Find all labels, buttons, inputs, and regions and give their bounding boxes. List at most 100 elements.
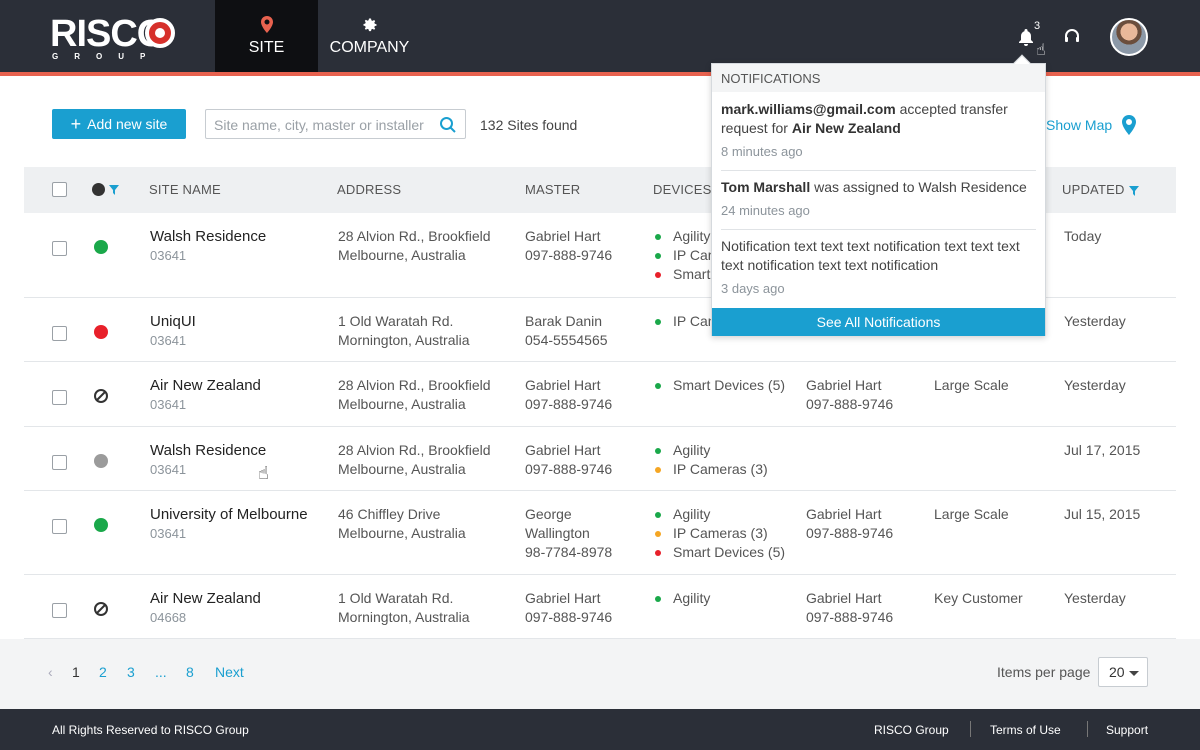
site-name[interactable]: Walsh Residence: [150, 227, 330, 246]
see-all-notifications-button[interactable]: See All Notifications: [712, 308, 1045, 336]
site-name[interactable]: Air New Zealand: [150, 376, 330, 395]
page-link[interactable]: 2: [99, 664, 107, 680]
disabled-status-icon: [94, 602, 108, 616]
table-row[interactable]: Walsh Residence 03641 28 Alvion Rd., Brook…: [24, 427, 1176, 491]
site-code: 03641: [150, 462, 187, 477]
nav-tab-company[interactable]: COMPANY: [318, 0, 421, 72]
footer-link-terms[interactable]: Terms of Use: [990, 723, 1061, 737]
page-link[interactable]: 8: [186, 664, 194, 680]
notification-divider: [721, 229, 1036, 230]
column-devices[interactable]: DEVICES: [653, 182, 711, 197]
column-master[interactable]: MASTER: [525, 182, 580, 197]
items-per-page-select[interactable]: 20: [1098, 657, 1148, 687]
notification-text: was assigned to Walsh Residence: [810, 179, 1027, 195]
device-label: Agility: [673, 590, 711, 606]
device-label: Smart: [673, 266, 711, 282]
device-item: IP Cameras (3): [653, 460, 803, 479]
show-map-link[interactable]: Show Map: [1046, 117, 1112, 133]
address-cell: 1 Old Waratah Rd. Mornington, Australia: [338, 312, 518, 350]
row-checkbox[interactable]: [52, 603, 67, 618]
installer-line: Gabriel Hart: [806, 590, 882, 606]
filter-icon: [109, 184, 119, 195]
status-filter[interactable]: [92, 181, 119, 197]
site-name[interactable]: UniqUI: [150, 312, 330, 331]
site-name[interactable]: Walsh Residence: [150, 441, 330, 460]
site-search-box[interactable]: [205, 109, 466, 139]
row-checkbox[interactable]: [52, 390, 67, 405]
master-cell: Gabriel Hart 097-888-9746: [525, 376, 645, 414]
table-row[interactable]: Air New Zealand 03641 28 Alvion Rd., Brook…: [24, 362, 1176, 427]
footer-link-support[interactable]: Support: [1106, 723, 1148, 737]
table-row[interactable]: Air New Zealand 04668 1 Old Waratah Rd. Mor…: [24, 575, 1176, 639]
devices-cell: Agility: [653, 589, 803, 608]
map-pin-icon[interactable]: [1120, 114, 1138, 136]
row-checkbox[interactable]: [52, 326, 67, 341]
column-updated-label: UPDATED: [1062, 182, 1125, 197]
device-item: Agility: [653, 589, 803, 608]
address-line: 28 Alvion Rd., Brookfield: [338, 442, 491, 458]
notifications-popup: NOTIFICATIONS mark.williams@gmail.com ac…: [711, 54, 1046, 336]
row-checkbox[interactable]: [52, 455, 67, 470]
sites-found-count: 132 Sites found: [480, 117, 578, 133]
site-cell[interactable]: Air New Zealand 03641: [150, 376, 330, 414]
prev-page-icon[interactable]: ‹: [48, 664, 53, 680]
updated-cell: Today: [1064, 228, 1102, 244]
device-label: Agility: [673, 442, 711, 458]
device-label: Smart Devices (5): [673, 544, 786, 560]
site-cell[interactable]: University of Melbourne 03641: [150, 505, 330, 543]
user-avatar[interactable]: [1110, 18, 1148, 56]
notifications-title: NOTIFICATIONS: [712, 64, 1045, 92]
select-all-checkbox[interactable]: [52, 182, 67, 197]
notification-item[interactable]: Notification text text text notification…: [721, 237, 1036, 298]
master-line: 98-7784-8978: [525, 544, 613, 560]
status-dot: [94, 454, 108, 468]
master-line: Gabriel Hart: [525, 590, 601, 606]
column-site-name[interactable]: SITE NAME: [149, 182, 221, 197]
installer-line: 097-888-9746: [806, 525, 894, 541]
row-checkbox[interactable]: [52, 241, 67, 256]
site-cell[interactable]: UniqUI 03641: [150, 312, 330, 350]
bell-icon[interactable]: [1016, 28, 1036, 48]
column-address[interactable]: ADDRESS: [337, 182, 401, 197]
address-line: Melbourne, Australia: [338, 247, 466, 263]
master-line: Barak Danin: [525, 313, 603, 329]
site-name[interactable]: Air New Zealand: [150, 589, 330, 608]
search-icon[interactable]: [439, 116, 457, 134]
risco-logo[interactable]: RISCO GROUP: [50, 14, 175, 62]
site-cell[interactable]: Walsh Residence 03641: [150, 227, 330, 265]
device-label: Agility: [673, 506, 711, 522]
device-item: Smart Devices (5): [653, 543, 803, 562]
master-line: Wallington: [525, 525, 590, 541]
notification-item[interactable]: Tom Marshall was assigned to Walsh Resid…: [721, 178, 1036, 220]
master-line: Gabriel Hart: [525, 377, 601, 393]
footer-divider: [1087, 721, 1088, 737]
site-cell[interactable]: Air New Zealand 04668: [150, 589, 330, 627]
next-page-link[interactable]: Next: [215, 664, 244, 680]
table-row[interactable]: University of Melbourne 03641 46 Chiffley …: [24, 491, 1176, 575]
plus-icon: +: [70, 114, 82, 134]
address-line: Melbourne, Australia: [338, 396, 466, 412]
installer-line: Gabriel Hart: [806, 506, 882, 522]
map-pin-icon: [260, 16, 273, 33]
site-search-input[interactable]: [214, 115, 434, 135]
column-updated[interactable]: UPDATED: [1062, 182, 1139, 197]
add-new-site-button[interactable]: + Add new site: [52, 109, 186, 139]
nav-tab-site[interactable]: SITE: [215, 0, 318, 72]
chevron-down-icon: [1129, 671, 1139, 676]
notification-item[interactable]: mark.williams@gmail.com accepted transfe…: [721, 100, 1036, 161]
row-checkbox[interactable]: [52, 519, 67, 534]
notification-time: 8 minutes ago: [721, 144, 803, 159]
footer-link-risco-group[interactable]: RISCO Group: [874, 723, 949, 737]
updated-cell: Yesterday: [1064, 590, 1126, 606]
address-line: 46 Chiffley Drive: [338, 506, 441, 522]
updated-cell: Jul 17, 2015: [1064, 442, 1141, 458]
site-name[interactable]: University of Melbourne: [150, 505, 330, 524]
notification-target: Air New Zealand: [791, 120, 901, 136]
status-dot: [94, 240, 108, 254]
site-cell[interactable]: Walsh Residence 03641: [150, 441, 330, 479]
page-link[interactable]: 1: [72, 664, 80, 680]
master-cell: Gabriel Hart 097-888-9746: [525, 227, 645, 265]
page-link[interactable]: 3: [127, 664, 135, 680]
updated-cell: Jul 15, 2015: [1064, 506, 1141, 522]
support-headset-icon[interactable]: [1062, 27, 1082, 47]
